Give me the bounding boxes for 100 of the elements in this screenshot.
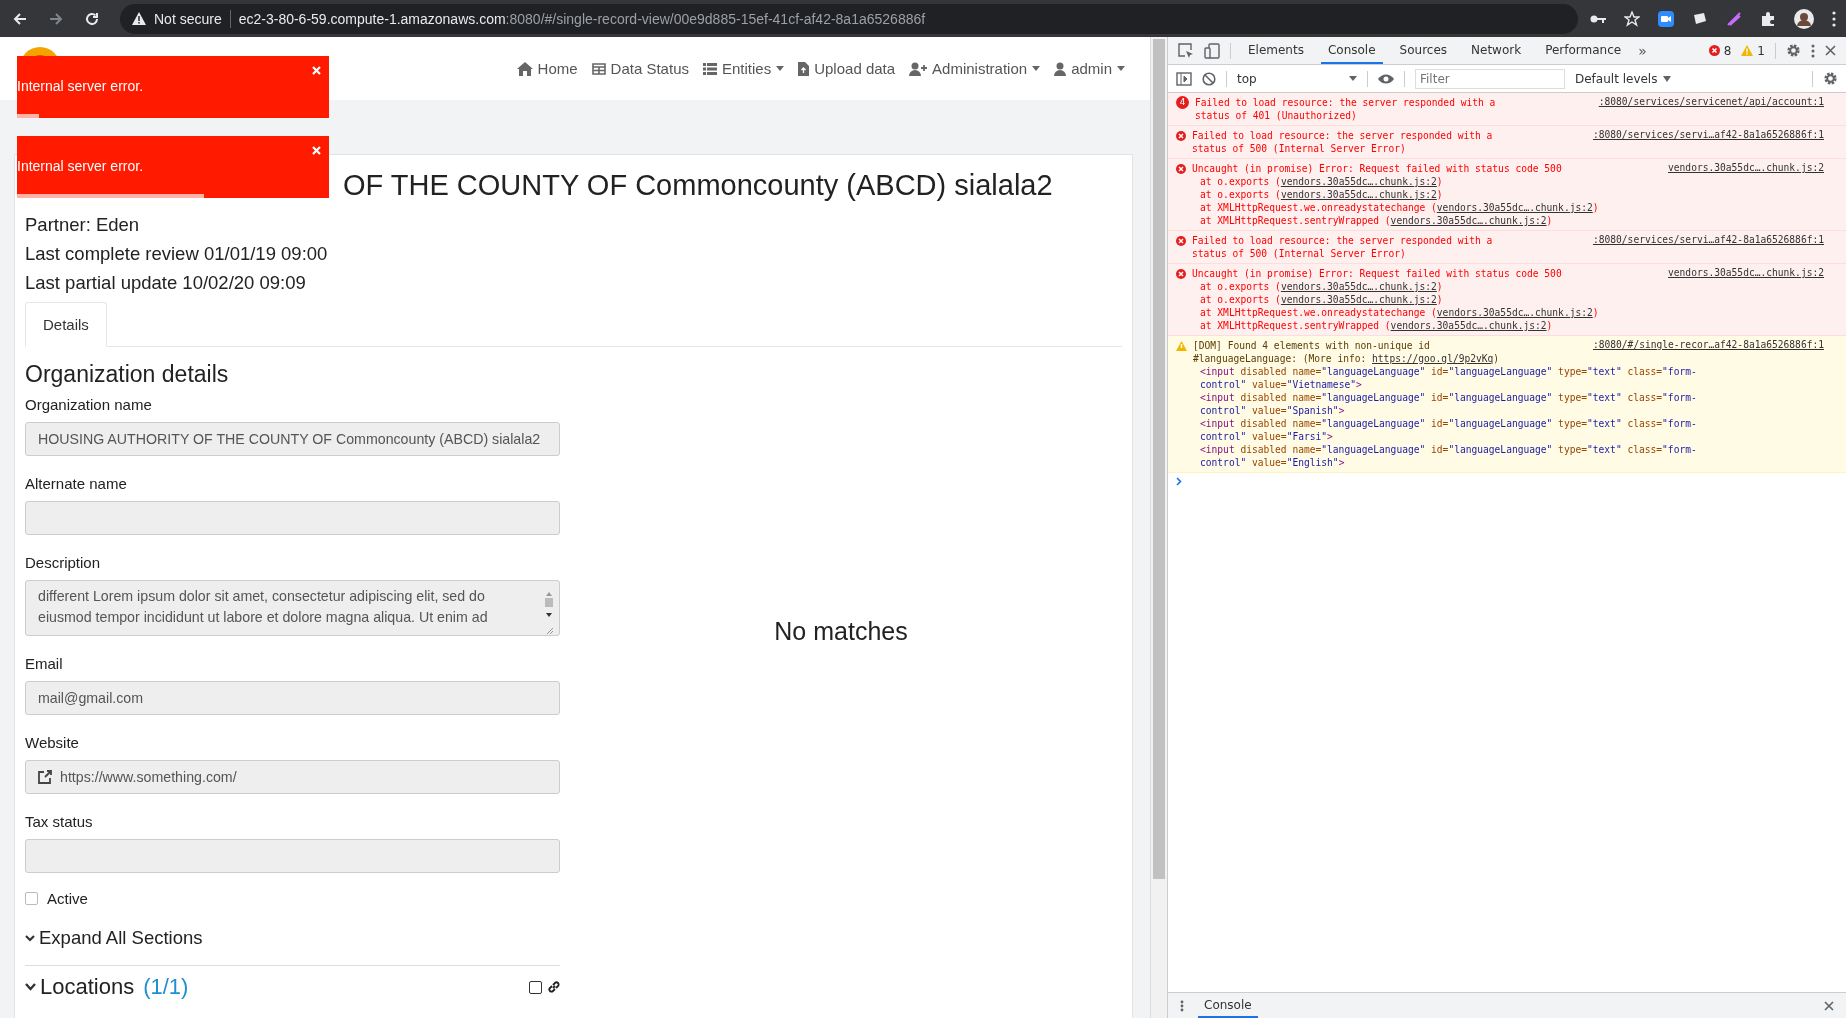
active-checkbox[interactable] xyxy=(25,892,38,905)
code-line: control" value="English"> xyxy=(1199,456,1346,469)
code-line: <input disabled name="languageLanguage" id="languageLanguage" type="text" class="form- xyxy=(1199,443,1698,456)
nav-link[interactable]: Entities xyxy=(703,60,785,77)
locations-checkbox[interactable] xyxy=(529,980,542,994)
stack-link[interactable]: vendors.30a55dc….chunk.js:2 xyxy=(1436,202,1593,213)
description-field[interactable]: different Lorem ipsum dolor sit amet, consectetur adipiscing elit, sed do eiusmod tempor incididunt ut labore et dolore magna aliqua. Ut enim ad xyxy=(25,580,560,636)
filter-field[interactable]: Filter xyxy=(1415,68,1565,89)
input-field[interactable] xyxy=(25,839,560,873)
input-field[interactable]: HOUSING AUTHORITY OF THE COUNTY OF Commoncounty (ABCD) sialala2 xyxy=(25,422,560,456)
extension-icon[interactable] xyxy=(1692,10,1708,27)
eye-icon[interactable] xyxy=(1378,73,1394,84)
empty-message: No matches xyxy=(774,617,908,647)
stack-link[interactable]: vendors.30a55dc….chunk.js:2 xyxy=(1280,176,1437,187)
page-scrollbar[interactable] xyxy=(1150,37,1167,1018)
kebab-menu-icon[interactable] xyxy=(1180,999,1184,1012)
chevron-icon xyxy=(25,934,35,942)
devtools-tab[interactable]: Network xyxy=(1464,37,1529,64)
record-meta: Partner: Eden xyxy=(25,213,141,237)
device-icon[interactable] xyxy=(1204,42,1220,59)
error-icon xyxy=(1176,236,1186,246)
message-text: status of 500 (Internal Server Error) xyxy=(1192,142,1407,155)
link-icon[interactable] xyxy=(548,981,560,993)
stack-link[interactable]: vendors.30a55dc….chunk.js:2 xyxy=(1390,320,1547,331)
info-link[interactable]: https://goo.gl/9p2vKq xyxy=(1372,353,1494,364)
source-link[interactable]: :8080/services/servi…af42-8a1a6526886f:1 xyxy=(1592,129,1824,140)
prompt-icon[interactable] xyxy=(1176,477,1182,486)
stack-link[interactable]: vendors.30a55dc….chunk.js:2 xyxy=(1280,189,1437,200)
context-select[interactable]: top xyxy=(1237,71,1357,86)
stack-link[interactable]: vendors.30a55dc….chunk.js:2 xyxy=(1280,281,1437,292)
error-icon xyxy=(1176,131,1186,141)
nav-link[interactable]: Administration xyxy=(909,60,1041,77)
input-field[interactable]: mail@gmail.com xyxy=(25,681,560,715)
devtools-tab[interactable]: Performance xyxy=(1538,37,1629,64)
stack-line: at o.exports (vendors.30a55dc….chunk.js:2) xyxy=(1199,175,1444,188)
more-tabs[interactable]: » xyxy=(1638,42,1647,59)
close-icon[interactable] xyxy=(1824,1000,1834,1011)
message-text: Uncaught (in promise) Error: Request failed with status code 500 xyxy=(1192,162,1563,175)
field-label: Organization name xyxy=(25,396,153,413)
record-meta: Last partial update 10/02/20 09:09 xyxy=(25,271,307,295)
inspect-icon[interactable] xyxy=(1178,42,1194,59)
settings-icon[interactable] xyxy=(1823,71,1838,86)
menu-icon[interactable] xyxy=(1832,10,1836,27)
message-text: [DOM] Found 4 elements with non-unique id xyxy=(1193,339,1431,352)
nav-link[interactable]: Home xyxy=(516,60,578,77)
message-text: #languageLanguage: (More info: https://goo.gl/9p2vKq) xyxy=(1193,352,1501,365)
website-field[interactable]: https://www.something.com/ xyxy=(25,760,560,794)
caret-icon xyxy=(1349,76,1357,81)
devtools-tab[interactable]: Sources xyxy=(1392,37,1455,64)
star-icon[interactable] xyxy=(1624,10,1640,27)
stack-link[interactable]: vendors.30a55dc….chunk.js:2 xyxy=(1280,294,1437,305)
external-link-icon[interactable] xyxy=(38,770,52,784)
input-field[interactable] xyxy=(25,501,560,535)
nav-link[interactable]: Upload data xyxy=(798,60,896,77)
video-camera-icon[interactable] xyxy=(1658,10,1674,27)
error-toast: Internal server error. xyxy=(17,56,329,118)
locations-header[interactable]: Locations (1/1) xyxy=(25,974,189,1000)
reload-icon[interactable] xyxy=(84,10,100,27)
stack-link[interactable]: vendors.30a55dc….chunk.js:2 xyxy=(1390,215,1547,226)
details-tab[interactable]: Details xyxy=(25,302,107,347)
stack-line: at o.exports (vendors.30a55dc….chunk.js:2) xyxy=(1199,293,1444,306)
forward-icon[interactable] xyxy=(48,10,64,27)
message-text: status of 401 (Unauthorized) xyxy=(1195,109,1358,122)
source-link[interactable]: vendors.30a55dc….chunk.js:2 xyxy=(1668,162,1824,173)
chevron-icon xyxy=(25,983,36,991)
list-icon xyxy=(703,62,717,75)
devtools-tab[interactable]: Console xyxy=(1320,37,1383,64)
levels-dropdown[interactable]: Default levels xyxy=(1575,71,1672,86)
avatar-icon[interactable] xyxy=(1794,8,1814,29)
key-icon[interactable] xyxy=(1590,13,1606,24)
message-text: Failed to load resource: the server responded with a xyxy=(1192,129,1494,142)
pen-icon[interactable] xyxy=(1726,10,1742,27)
field-label: Tax status xyxy=(25,813,94,830)
back-icon[interactable] xyxy=(12,10,28,27)
nav-link[interactable]: Data Status xyxy=(591,60,689,77)
source-link[interactable]: vendors.30a55dc….chunk.js:2 xyxy=(1668,267,1824,278)
address-bar[interactable]: Not secure ec2-3-80-6-59.compute-1.amazonaws.com:8080/#/single-record-view/00e9d885-15ef-41cf-af42-8a1a6526886f xyxy=(120,3,1578,34)
source-link[interactable]: :8080/services/servicenet/api/account:1 xyxy=(1598,96,1824,107)
devtools-tab[interactable]: Elements xyxy=(1241,37,1311,64)
close-icon[interactable] xyxy=(1825,45,1836,56)
drawer-tab[interactable]: Console xyxy=(1198,993,1258,1018)
stack-line: at XMLHttpRequest.we.onreadystatechange (vendors.30a55dc….chunk.js:2) xyxy=(1199,201,1600,214)
settings-icon[interactable] xyxy=(1786,43,1801,58)
source-link[interactable]: :8080/#/single-recor…af42-8a1a6526886f:1 xyxy=(1592,339,1824,350)
kebab-menu-icon[interactable] xyxy=(1811,43,1815,58)
sidebar-icon[interactable] xyxy=(1176,71,1192,86)
stack-link[interactable]: vendors.30a55dc….chunk.js:2 xyxy=(1436,307,1593,318)
expand-all-link[interactable]: Expand All Sections xyxy=(25,927,560,949)
clear-icon[interactable] xyxy=(1202,71,1216,86)
code-line: control" value="Spanish"> xyxy=(1199,404,1346,417)
checkbox-label: Active xyxy=(47,890,88,907)
warning-icon xyxy=(132,12,146,25)
field-label: Email xyxy=(25,655,64,672)
puzzle-icon[interactable] xyxy=(1760,10,1776,27)
section-title: Organization details xyxy=(25,361,230,388)
error-count: 8 xyxy=(1723,43,1732,58)
stack-line: at XMLHttpRequest.sentryWrapped (vendors.30a55dc….chunk.js:2) xyxy=(1199,319,1554,332)
warning-icon xyxy=(1176,341,1187,351)
nav-link[interactable]: admin xyxy=(1054,60,1125,77)
source-link[interactable]: :8080/services/servi…af42-8a1a6526886f:1 xyxy=(1592,234,1824,245)
